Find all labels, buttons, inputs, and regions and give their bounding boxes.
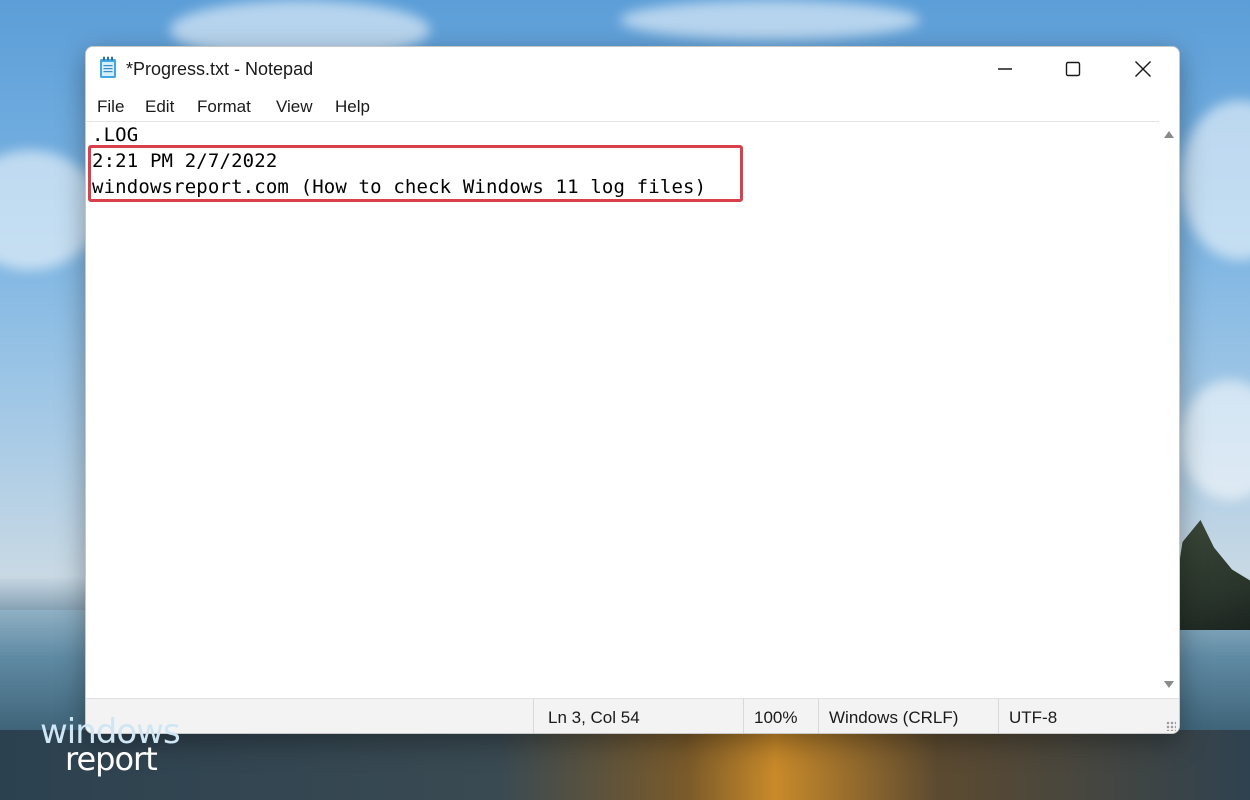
resize-grip-icon[interactable] (1166, 721, 1176, 731)
menu-help[interactable]: Help (335, 97, 370, 117)
menu-view[interactable]: View (276, 97, 313, 117)
minimize-icon (998, 68, 1012, 70)
notepad-window: *Progress.txt - Notepad File Edit Format… (85, 46, 1180, 734)
menu-bar: File Edit Format View Help (86, 91, 1179, 121)
wallpaper-cloud (1180, 100, 1250, 260)
close-button[interactable] (1108, 47, 1178, 91)
scroll-up-arrow-icon[interactable] (1164, 131, 1174, 138)
editor-line: .LOG (92, 124, 139, 146)
logo-text-report: report (65, 740, 158, 778)
status-bar: Ln 3, Col 54 100% Windows (CRLF) UTF-8 (86, 698, 1179, 733)
window-title: *Progress.txt - Notepad (126, 59, 314, 79)
maximize-button[interactable] (1038, 47, 1108, 91)
scroll-down-arrow-icon[interactable] (1164, 681, 1174, 688)
wallpaper-cloud (1180, 380, 1250, 500)
menu-file[interactable]: File (97, 97, 124, 117)
vertical-scrollbar[interactable] (1159, 121, 1179, 698)
menu-format[interactable]: Format (197, 97, 251, 117)
status-line-ending: Windows (CRLF) (818, 699, 998, 733)
highlight-annotation-box (88, 145, 743, 202)
title-bar[interactable]: *Progress.txt - Notepad (86, 47, 1179, 91)
text-editor[interactable]: .LOG 2:21 PM 2/7/2022 windowsreport.com … (86, 121, 1159, 699)
close-icon (1135, 61, 1151, 77)
status-zoom: 100% (743, 699, 818, 733)
windows-report-logo: windows report (40, 712, 181, 778)
wallpaper-cloud (620, 0, 920, 40)
menu-edit[interactable]: Edit (145, 97, 174, 117)
wallpaper-beach (0, 730, 1250, 800)
status-encoding: UTF-8 (998, 699, 1168, 733)
maximize-icon (1065, 61, 1081, 77)
minimize-button[interactable] (970, 47, 1040, 91)
status-cursor-position: Ln 3, Col 54 (533, 699, 743, 733)
notepad-icon (100, 56, 116, 78)
